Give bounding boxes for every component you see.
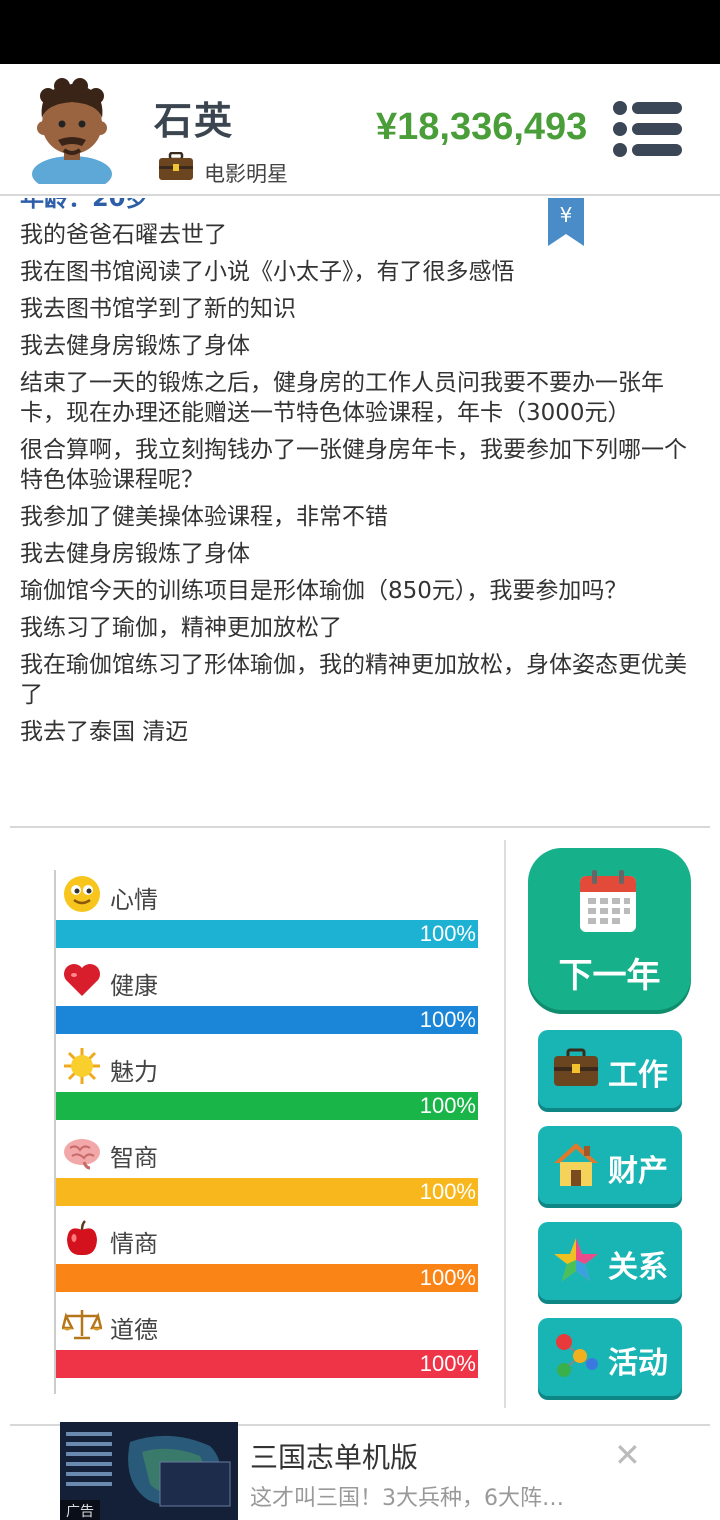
network-icon xyxy=(556,1334,598,1377)
stat-bar: 100% xyxy=(56,1092,478,1120)
avatar[interactable] xyxy=(28,74,116,184)
divider xyxy=(504,840,506,1408)
briefcase-icon xyxy=(159,152,193,180)
stat-bar: 100% xyxy=(56,1006,478,1034)
ad-description[interactable]: 这才叫三国！3大兵种，6大阵… xyxy=(250,1480,564,1512)
money-balance: ¥18,336,493 xyxy=(376,106,588,148)
log-lines: 我的爸爸石曜去世了 我在图书馆阅读了小说《小太子》，有了很多感悟 我去图书馆学到… xyxy=(20,220,700,754)
stat-value: 100% xyxy=(419,1093,476,1118)
log-entry: 我去健身房锻炼了身体 xyxy=(20,541,250,567)
log-entry: 我去健身房锻炼了身体 xyxy=(20,333,250,359)
stat-bar: 100% xyxy=(56,1178,478,1206)
close-icon[interactable]: ✕ xyxy=(614,1436,641,1474)
status-bar xyxy=(0,0,720,64)
log-entry: 我的爸爸石曜去世了 xyxy=(20,222,227,248)
life-event-log[interactable]: 年龄：20岁 ¥ 我的爸爸石曜去世了 我在图书馆阅读了小说《小太子》，有了很多感… xyxy=(10,198,710,828)
apple-icon xyxy=(67,1220,97,1256)
activity-button[interactable]: 活动 xyxy=(538,1318,682,1396)
stat-value: 100% xyxy=(419,1007,476,1032)
relations-label: 关系 xyxy=(608,1250,668,1285)
log-entry: 我去了泰国 清迈 xyxy=(20,719,189,745)
star-icon xyxy=(554,1238,598,1281)
next-year-label: 下一年 xyxy=(558,956,661,996)
log-entry: 我在图书馆阅读了小说《小太子》，有了很多感悟 xyxy=(20,259,515,285)
stat-value: 100% xyxy=(419,1179,476,1204)
menu-icon[interactable] xyxy=(612,100,684,158)
briefcase-icon xyxy=(554,1048,598,1086)
stat-label: 智商 xyxy=(110,1144,158,1172)
sun-icon xyxy=(64,1048,100,1084)
relations-button[interactable]: 关系 xyxy=(538,1222,682,1300)
scales-icon xyxy=(62,1310,102,1340)
age-label: 年龄：20岁 xyxy=(20,198,150,212)
stat-label: 情商 xyxy=(110,1230,158,1258)
activity-label: 活动 xyxy=(608,1346,668,1381)
player-name: 石英 xyxy=(154,99,235,143)
ad-title[interactable]: 三国志单机版 xyxy=(250,1436,418,1476)
profile-header: 石英 电影明星 ¥18,336,493 xyxy=(0,64,720,196)
work-label: 工作 xyxy=(608,1058,668,1093)
log-entry: 很合算啊，我立刻掏钱办了一张健身房年卡，我要参加下列哪一个特色体验课程呢？ xyxy=(20,437,687,493)
log-entry: 我在瑜伽馆练习了形体瑜伽，我的精神更加放松，身体姿态更优美了 xyxy=(20,652,687,708)
smiley-icon xyxy=(64,876,100,912)
house-icon xyxy=(554,1143,598,1186)
next-year-button[interactable]: 下一年 xyxy=(528,848,691,1010)
stat-bar-fill: 100% xyxy=(56,1264,478,1292)
stat-label: 魅力 xyxy=(110,1058,158,1086)
log-entry: 我练习了瑜伽，精神更加放松了 xyxy=(20,615,342,641)
stat-bar: 100% xyxy=(56,1350,478,1378)
stat-label: 健康 xyxy=(110,972,158,1000)
ad-thumbnail[interactable]: 广告 xyxy=(60,1422,238,1520)
job-title: 电影明星 xyxy=(204,162,288,186)
ad-banner[interactable]: 广告 三国志单机版 这才叫三国！3大兵种，6大阵… ✕ xyxy=(10,1422,710,1520)
log-entry: 我去图书馆学到了新的知识 xyxy=(20,296,296,322)
ad-badge: 广告 xyxy=(60,1500,100,1520)
calendar-icon xyxy=(580,870,636,932)
brain-icon xyxy=(64,1139,100,1170)
stat-value: 100% xyxy=(419,1265,476,1290)
stat-bar-fill: 100% xyxy=(56,1350,478,1378)
stat-value: 100% xyxy=(419,921,476,946)
stat-value: 100% xyxy=(419,1351,476,1376)
property-button[interactable]: 财产 xyxy=(538,1126,682,1204)
property-label: 财产 xyxy=(608,1154,668,1189)
stat-bar-fill: 100% xyxy=(56,920,478,948)
stat-bar: 100% xyxy=(56,920,478,948)
log-entry: 我参加了健美操体验课程，非常不错 xyxy=(20,504,388,530)
heart-icon xyxy=(64,964,100,996)
work-button[interactable]: 工作 xyxy=(538,1030,682,1108)
stat-bar-fill: 100% xyxy=(56,1006,478,1034)
log-entry: 结束了一天的锻炼之后，健身房的工作人员问我要不要办一张年卡，现在办理还能赠送一节… xyxy=(20,370,664,426)
stat-label: 心情 xyxy=(110,886,158,914)
stat-bar-fill: 100% xyxy=(56,1178,478,1206)
log-entry: 瑜伽馆今天的训练项目是形体瑜伽（850元），我要参加吗？ xyxy=(20,578,628,604)
stat-label: 道德 xyxy=(110,1316,158,1344)
attribute-stats: 心情 100% 健康 100% 魅力 100% 智商 100% 情商 100% … xyxy=(54,870,478,1394)
stat-bar-fill: 100% xyxy=(56,1092,478,1120)
stat-bar: 100% xyxy=(56,1264,478,1292)
